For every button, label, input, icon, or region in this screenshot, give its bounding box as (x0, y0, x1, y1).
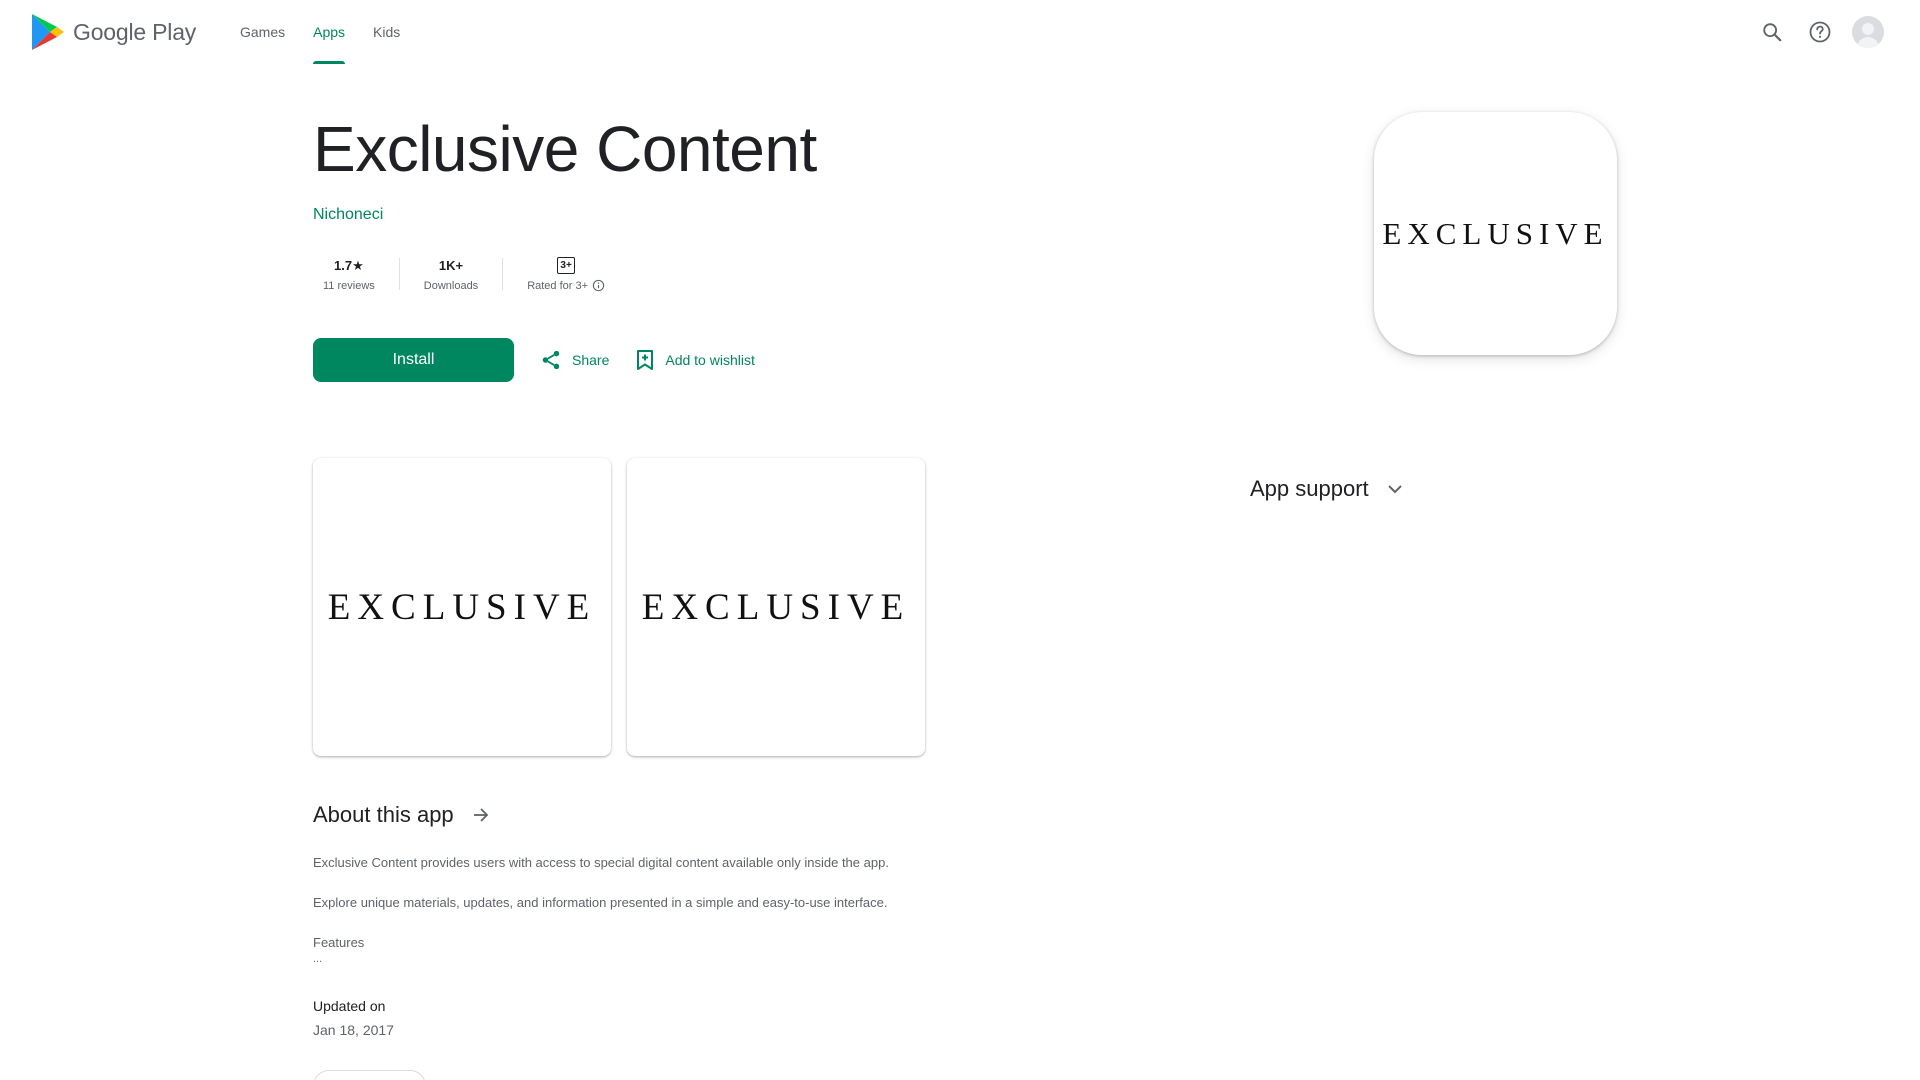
category-chip[interactable]: Entertainment (313, 1070, 426, 1080)
logo-text: Google Play (73, 18, 197, 45)
app-title: Exclusive Content (313, 113, 817, 185)
about-ellipsis: ... (313, 953, 323, 965)
app-stats: 1.7★ 11 reviews 1K+ Downloads 3+ Rated f… (313, 256, 617, 292)
about-paragraph: Exclusive Content provides users with ac… (313, 855, 889, 870)
app-support-toggle[interactable]: App support (1250, 476, 1403, 502)
app-icon: EXCLUSIVE (1374, 112, 1617, 355)
content-rating-label: Rated for 3+ (527, 279, 589, 292)
nav-tabs: Games Apps Kids (226, 0, 414, 64)
about-paragraph: Features (313, 935, 365, 950)
account-avatar[interactable] (1852, 16, 1884, 48)
divider (398, 258, 400, 290)
google-play-logo[interactable]: Google Play (30, 12, 196, 52)
about-section-heading: About this app (313, 802, 490, 828)
tab-apps[interactable]: Apps (299, 0, 359, 64)
tab-kids[interactable]: Kids (359, 0, 414, 64)
bookmark-add-icon (637, 350, 654, 370)
developer-link[interactable]: Nichoneci (313, 206, 383, 224)
rating-label: 11 reviews (323, 279, 375, 292)
share-label: Share (572, 352, 610, 368)
screenshot[interactable]: EXCLUSIVE (313, 458, 611, 756)
install-button[interactable]: Install (313, 338, 514, 382)
screenshot-wordmark: EXCLUSIVE (641, 586, 911, 628)
screenshot[interactable]: EXCLUSIVE (627, 458, 925, 756)
downloads-stat: 1K+ Downloads (412, 257, 490, 292)
info-icon[interactable] (592, 279, 605, 292)
app-icon-wordmark: EXCLUSIVE (1382, 215, 1609, 251)
updated-on-value: Jan 18, 2017 (313, 1022, 394, 1038)
about-paragraph: Explore unique materials, updates, and i… (313, 895, 888, 910)
divider (502, 258, 504, 290)
content-rating-badge: 3+ (557, 256, 576, 274)
app-support-label: App support (1250, 476, 1369, 501)
add-to-wishlist-button[interactable]: Add to wishlist (635, 349, 755, 371)
about-heading-label: About this app (313, 802, 454, 827)
share-icon (542, 350, 560, 370)
downloads-value: 1K+ (438, 258, 464, 273)
wishlist-label: Add to wishlist (665, 352, 755, 368)
app-actions: Install Share Add to wishlist (313, 338, 755, 382)
arrow-forward-icon[interactable] (472, 807, 490, 823)
help-icon[interactable] (1802, 14, 1838, 50)
screenshot-wordmark: EXCLUSIVE (327, 586, 597, 628)
content-rating-stat: 3+ Rated for 3+ (515, 256, 617, 292)
play-triangle-icon (32, 14, 64, 50)
header-actions (1742, 14, 1884, 50)
rating-stat: 1.7★ 11 reviews (313, 257, 387, 292)
rating-value: 1.7★ (334, 257, 364, 273)
chevron-down-icon (1387, 485, 1402, 494)
updated-on-label: Updated on (313, 998, 386, 1014)
downloads-label: Downloads (423, 279, 479, 292)
top-app-bar: Google Play Games Apps Kids (0, 0, 1920, 64)
tab-games[interactable]: Games (226, 0, 299, 64)
search-icon[interactable] (1754, 14, 1790, 50)
share-button[interactable]: Share (540, 349, 609, 371)
screenshot-carousel: EXCLUSIVE EXCLUSIVE (313, 458, 941, 756)
